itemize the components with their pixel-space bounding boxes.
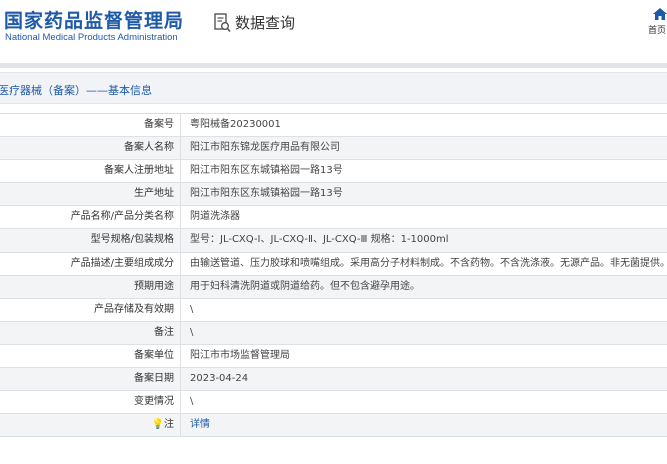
field-value: 粤阳械备20230001 [190, 119, 281, 130]
breadcrumb-text: 医疗器械（备案）——基本信息 [0, 84, 152, 97]
details-link[interactable]: 详情 [181, 414, 667, 436]
field-label-note: 💡注 [0, 414, 181, 437]
field-value: 阳江市市场监督管理局 [190, 349, 290, 361]
field-value: 阳江市阳东区东城镇裕园一路13号 [190, 188, 343, 200]
table-row: 备案号 粤阳械备20230001 [0, 114, 667, 138]
field-label: 生产地址 [0, 183, 181, 206]
home-link[interactable]: 首页 [648, 8, 667, 36]
field-label: 备案人名称 [0, 137, 181, 160]
field-value: \ [190, 303, 194, 315]
field-value: 用于妇科清洗阴道或阴道给药。但不包含避孕用途。 [190, 280, 420, 292]
table-row: 备案人注册地址 阳江市阳东区东城镇裕园一路13号 [0, 160, 667, 184]
table-row: 型号规格/包装规格 型号：JL-CXQ-Ⅰ、JL-CXQ-Ⅱ、JL-CXQ-Ⅲ … [0, 229, 667, 253]
table-row: 备案人名称 阳江市阳东锦龙医疗用品有限公司 [0, 137, 667, 161]
field-value: 阴道洗涤器 [190, 211, 240, 223]
site-logo-cn[interactable]: 国家药品监督管理局 [4, 6, 184, 33]
site-header: 国家药品监督管理局 National Medical Products Admi… [0, 0, 667, 62]
table-row: 产品存储及有效期 \ [0, 298, 667, 322]
field-value: 阳江市阳东锦龙医疗用品有限公司 [190, 142, 340, 154]
table-row: 💡注 详情 [0, 414, 667, 438]
field-label: 预期用途 [0, 275, 181, 298]
table-row: 产品名称/产品分类名称 阴道洗涤器 [0, 206, 667, 230]
table-row: 产品描述/主要组成成分 由输送管道、压力胶球和喷嘴组成。采用高分子材料制成。不含… [0, 252, 667, 276]
site-logo-en: National Medical Products Administration [5, 32, 178, 43]
field-value: 阳江市阳东区东城镇裕园一路13号 [190, 165, 343, 177]
field-label: 备案人注册地址 [0, 160, 181, 183]
lightbulb-icon: 💡 [151, 419, 164, 431]
field-label: 产品存储及有效期 [0, 298, 181, 321]
field-label: 备案号 [0, 114, 181, 137]
field-value: 型号：JL-CXQ-Ⅰ、JL-CXQ-Ⅱ、JL-CXQ-Ⅲ 规格：1-1000m… [190, 234, 449, 246]
breadcrumb: 医疗器械（备案）——基本信息 [0, 72, 667, 104]
field-value: 由输送管道、压力胶球和喷嘴组成。采用高分子材料制成。不含药物。不含洗涤液。无源产… [190, 257, 667, 269]
field-label: 产品名称/产品分类名称 [0, 206, 181, 229]
home-icon [653, 8, 667, 20]
field-label: 备案单位 [0, 344, 181, 368]
header-divider [0, 63, 667, 68]
field-value: \ [190, 326, 194, 338]
field-value: \ [190, 396, 194, 408]
field-value: 2023-04-24 [190, 373, 249, 385]
table-row: 生产地址 阳江市阳东区东城镇裕园一路13号 [0, 183, 667, 207]
table-row: 备注 \ [0, 321, 667, 345]
data-query-label: 数据查询 [235, 14, 296, 32]
note-label: 注 [164, 419, 174, 431]
field-label: 备案日期 [0, 368, 181, 391]
field-label: 产品描述/主要组成成分 [0, 252, 181, 275]
info-table: 备案号 粤阳械备20230001 备案人名称 阳江市阳东锦龙医疗用品有限公司 备… [0, 113, 667, 438]
document-search-icon [214, 12, 231, 32]
field-label: 变更情况 [0, 391, 181, 414]
field-label: 备注 [0, 321, 181, 344]
table-row: 备案日期 2023-04-24 [0, 368, 667, 392]
data-query-link[interactable]: 数据查询 [214, 12, 295, 33]
field-label: 型号规格/包装规格 [0, 229, 181, 252]
table-row: 预期用途 用于妇科清洗阴道或阴道给药。但不包含避孕用途。 [0, 275, 667, 299]
table-row: 变更情况 \ [0, 391, 667, 415]
table-row: 备案单位 阳江市市场监督管理局 [0, 344, 667, 369]
home-label: 首页 [648, 26, 667, 36]
